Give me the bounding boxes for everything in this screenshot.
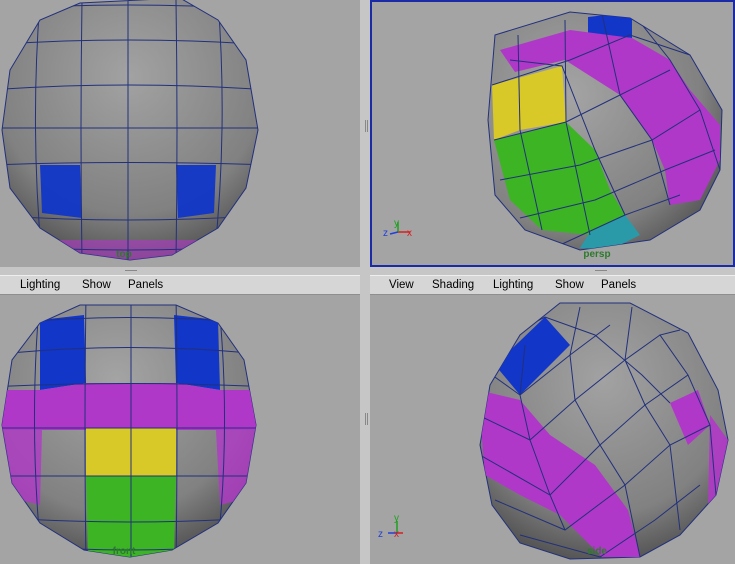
- viewport-label: top: [116, 249, 132, 260]
- menu-lighting[interactable]: Lighting: [20, 279, 60, 291]
- menu-shading[interactable]: Shading: [432, 279, 474, 291]
- splitter-grip: [595, 270, 607, 271]
- blue-face: [176, 165, 216, 218]
- splitter-grip: [367, 120, 368, 132]
- sphere-persp-view: x y z persp: [383, 11, 723, 260]
- menu-lighting[interactable]: Lighting: [493, 279, 533, 291]
- side-panel-menubar: View Shading Lighting Show Panels: [370, 275, 735, 295]
- sphere-front-view: front: [1, 304, 257, 558]
- axis-indicator: y z x: [378, 513, 403, 540]
- viewport-label: persp: [583, 249, 610, 260]
- magenta-band: [2, 383, 256, 430]
- axis-z-label: z: [383, 228, 388, 239]
- blue-face: [40, 315, 86, 390]
- vertical-splitter[interactable]: [360, 0, 370, 564]
- viewport-side[interactable]: y z x side: [370, 295, 735, 564]
- front-panel-menubar: Lighting Show Panels: [0, 275, 360, 295]
- sphere-side-view: y z x side: [378, 302, 729, 560]
- splitter-grip: [367, 413, 368, 425]
- viewport-front[interactable]: front: [0, 295, 360, 564]
- viewport-label: side: [587, 546, 607, 557]
- splitter-grip: [125, 270, 137, 271]
- yellow-face: [492, 78, 520, 140]
- axis-y-label: y: [394, 218, 399, 229]
- blue-face: [174, 315, 220, 390]
- blue-face: [40, 165, 82, 218]
- axis-x-label: x: [407, 228, 412, 239]
- menu-show[interactable]: Show: [555, 279, 584, 291]
- sphere-top-view: top: [1, 0, 259, 261]
- viewport-top[interactable]: top: [0, 0, 360, 267]
- menu-panels[interactable]: Panels: [601, 279, 636, 291]
- viewport-persp[interactable]: x y z persp: [370, 0, 735, 267]
- viewport-label: front: [113, 546, 136, 557]
- splitter-grip: [365, 413, 366, 425]
- axis-x-label: x: [394, 529, 399, 540]
- axis-indicator: x y z: [383, 218, 412, 239]
- splitter-grip: [365, 120, 366, 132]
- sphere-body: [1, 0, 259, 261]
- menu-view[interactable]: View: [389, 279, 414, 291]
- axis-z-label: z: [378, 529, 383, 540]
- horizontal-splitter[interactable]: [0, 267, 735, 275]
- menu-panels[interactable]: Panels: [128, 279, 163, 291]
- menu-show[interactable]: Show: [82, 279, 111, 291]
- axis-y-label: y: [394, 513, 399, 524]
